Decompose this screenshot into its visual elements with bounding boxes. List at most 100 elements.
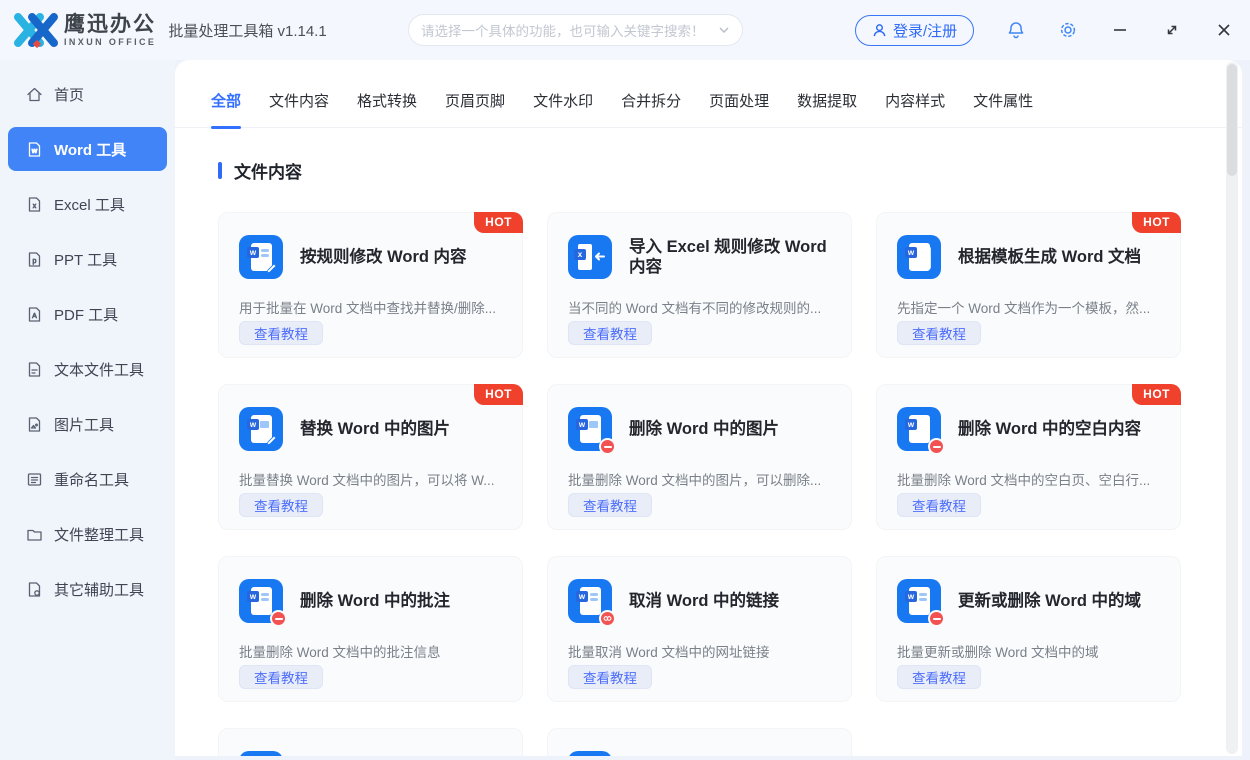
- brand-name: 鹰迅办公: [64, 12, 156, 36]
- view-tutorial-button[interactable]: 查看教程: [239, 493, 323, 517]
- sidebar-item-文本文件工具[interactable]: 文本文件工具: [8, 347, 167, 391]
- vertical-scrollbar[interactable]: [1226, 62, 1238, 754]
- restore-button[interactable]: [1161, 20, 1183, 40]
- folder-icon: [26, 526, 43, 543]
- svg-text:x: x: [33, 203, 37, 210]
- sidebar-item-重命名工具[interactable]: 重命名工具: [8, 457, 167, 501]
- tool-card-partial[interactable]: w: [547, 728, 852, 756]
- tab-数据提取[interactable]: 数据提取: [797, 90, 857, 127]
- tool-card[interactable]: w 取消 Word 中的链接 批量取消 Word 文档中的网址链接 查看教程: [547, 556, 852, 702]
- card-header: x 导入 Excel 规则修改 Word 内容: [568, 235, 835, 279]
- pencil-icon: [266, 263, 277, 274]
- close-button[interactable]: [1213, 20, 1235, 40]
- sidebar-item-文件整理工具[interactable]: 文件整理工具: [8, 512, 167, 556]
- sidebar-item-图片工具[interactable]: 图片工具: [8, 402, 167, 446]
- sidebar-item-label: Excel 工具: [54, 196, 125, 214]
- view-tutorial-button[interactable]: 查看教程: [568, 321, 652, 345]
- bell-icon: [1008, 22, 1024, 39]
- sidebar-item-label: 重命名工具: [54, 471, 130, 489]
- tab-合并拆分[interactable]: 合并拆分: [621, 90, 681, 127]
- excel-doc-icon: x: [26, 196, 43, 213]
- card-header: w 删除 Word 中的空白内容: [897, 407, 1164, 455]
- main-panel: 全部 文件内容 格式转换 页眉页脚 文件水印 合并拆分 页面处理 数据提取 内容样式 文件属性 文…: [175, 60, 1242, 756]
- tool-title: 删除 Word 中的图片: [629, 420, 780, 438]
- tab-内容样式[interactable]: 内容样式: [885, 90, 945, 127]
- delete-badge-icon: [928, 610, 945, 627]
- word-image-replace-icon: w: [239, 407, 283, 451]
- tool-title: 根据模板生成 Word 文档: [958, 248, 1142, 266]
- minimize-button[interactable]: [1109, 20, 1131, 40]
- tool-cards-grid: HOT w 按规则修改 Word 内容 用于批量在 Word 文档中查找并替换/删…: [218, 212, 1242, 756]
- pencil-icon: [266, 435, 277, 446]
- search-placeholder: 请选择一个具体的功能，也可输入关键字搜索！: [421, 24, 705, 39]
- sidebar-item-首页[interactable]: 首页: [8, 72, 167, 116]
- view-tutorial-button[interactable]: 查看教程: [897, 493, 981, 517]
- card-header: w 删除 Word 中的批注: [239, 579, 506, 627]
- view-tutorial-button[interactable]: 查看教程: [897, 321, 981, 345]
- tool-title: 导入 Excel 规则修改 Word 内容: [629, 238, 827, 276]
- sidebar-item-label: PDF 工具: [54, 306, 119, 324]
- scrollbar-thumb[interactable]: [1227, 64, 1237, 176]
- tool-title: 按规则修改 Word 内容: [300, 248, 467, 266]
- gear-icon: [1060, 22, 1076, 38]
- view-tutorial-button[interactable]: 查看教程: [568, 493, 652, 517]
- tool-card[interactable]: x 导入 Excel 规则修改 Word 内容 当不同的 Word 文档有不同的…: [547, 212, 852, 358]
- sidebar-item-pdf-工具[interactable]: A PDF 工具: [8, 292, 167, 336]
- view-tutorial-button[interactable]: 查看教程: [897, 665, 981, 689]
- settings-button[interactable]: [1056, 18, 1080, 42]
- word-comment-delete-icon: w: [239, 579, 287, 627]
- tool-description: 当不同的 Word 文档有不同的修改规则的...: [568, 301, 822, 316]
- word-doc-icon: w: [26, 141, 43, 158]
- text-doc-icon: [26, 361, 43, 378]
- tool-card[interactable]: w 删除 Word 中的图片 批量删除 Word 文档中的图片，可以删除... …: [547, 384, 852, 530]
- pdf-doc-icon: A: [26, 306, 43, 323]
- notifications-button[interactable]: [1004, 18, 1028, 42]
- function-search-input[interactable]: 请选择一个具体的功能，也可输入关键字搜索！: [408, 14, 743, 46]
- tool-card[interactable]: w 删除 Word 中的批注 批量删除 Word 文档中的批注信息 查看教程: [218, 556, 523, 702]
- tool-card[interactable]: w 更新或删除 Word 中的域 批量更新或删除 Word 文档中的域 查看教程: [876, 556, 1181, 702]
- svg-text:w: w: [31, 148, 38, 155]
- view-tutorial-button[interactable]: 查看教程: [239, 665, 323, 689]
- tab-文件水印[interactable]: 文件水印: [533, 90, 593, 127]
- sidebar-item-label: Word 工具: [54, 141, 127, 159]
- sidebar-item-其它辅助工具[interactable]: 其它辅助工具: [8, 567, 167, 611]
- logo-x-icon: [14, 13, 58, 48]
- delete-badge-icon: [270, 610, 287, 627]
- view-tutorial-button[interactable]: 查看教程: [239, 321, 323, 345]
- tab-格式转换[interactable]: 格式转换: [357, 90, 417, 127]
- tab-页眉页脚[interactable]: 页眉页脚: [445, 90, 505, 127]
- word-rule-edit-icon: w: [568, 751, 612, 756]
- card-header: w 替换 Word 中的图片: [239, 407, 506, 451]
- tool-card-partial[interactable]: w: [218, 728, 523, 756]
- tab-全部[interactable]: 全部: [211, 90, 241, 127]
- app-logo: 鹰迅办公 INXUN OFFICE: [14, 10, 156, 50]
- word-template-generate-icon: w: [897, 235, 941, 279]
- svg-text:p: p: [33, 258, 37, 265]
- tool-description: 批量删除 Word 文档中的批注信息: [239, 645, 441, 660]
- hot-badge: HOT: [1132, 384, 1181, 405]
- login-register-button[interactable]: 登录/注册: [855, 15, 975, 46]
- tab-文件内容[interactable]: 文件内容: [269, 90, 329, 127]
- tool-card[interactable]: HOT w 删除 Word 中的空白内容 批量删除 Word 文档中的空白页、空白…: [876, 384, 1181, 530]
- word-link-cancel-icon: w: [568, 579, 616, 627]
- sidebar-item-ppt-工具[interactable]: p PPT 工具: [8, 237, 167, 281]
- sidebar-item-excel-工具[interactable]: x Excel 工具: [8, 182, 167, 226]
- minimize-icon: [1114, 29, 1126, 31]
- tool-description: 批量取消 Word 文档中的网址链接: [568, 645, 770, 660]
- tool-card[interactable]: HOT w 替换 Word 中的图片 批量替换 Word 文档中的图片，可以将 W…: [218, 384, 523, 530]
- user-icon: [873, 24, 886, 37]
- tab-文件属性[interactable]: 文件属性: [973, 90, 1033, 127]
- tool-card[interactable]: HOT w 根据模板生成 Word 文档 先指定一个 Word 文档作为一个模板，…: [876, 212, 1181, 358]
- sidebar-item-word-工具[interactable]: w Word 工具: [8, 127, 167, 171]
- card-header: w 更新或删除 Word 中的域: [897, 579, 1164, 627]
- resize-diagonal-icon: [1167, 25, 1177, 35]
- tool-card[interactable]: HOT w 按规则修改 Word 内容 用于批量在 Word 文档中查找并替换/删…: [218, 212, 523, 358]
- section-title: 文件内容: [234, 163, 302, 182]
- view-tutorial-button[interactable]: 查看教程: [568, 665, 652, 689]
- tab-页面处理[interactable]: 页面处理: [709, 90, 769, 127]
- tool-title: 取消 Word 中的链接: [629, 592, 780, 610]
- svg-text:A: A: [32, 313, 37, 320]
- image-doc-icon: [26, 416, 43, 433]
- tool-description: 用于批量在 Word 文档中查找并替换/删除...: [239, 301, 497, 316]
- login-register-label: 登录/注册: [893, 23, 958, 40]
